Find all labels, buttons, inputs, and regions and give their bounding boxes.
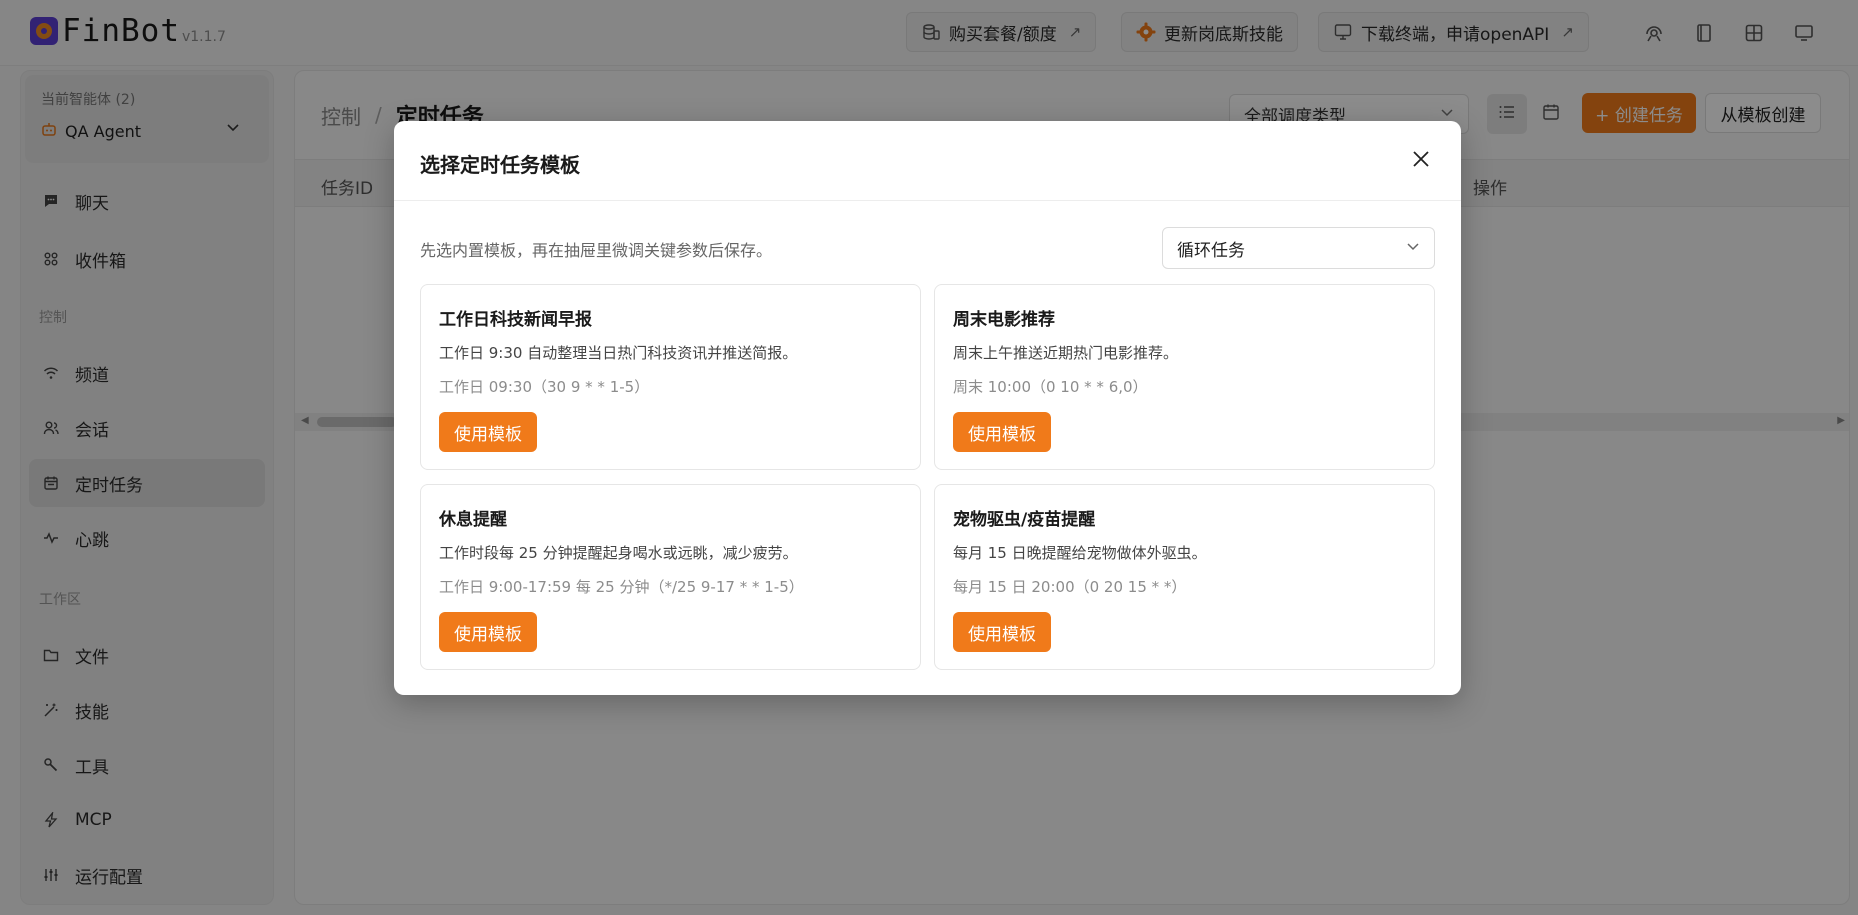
- template-schedule: 工作日 9:00-17:59 每 25 分钟（*/25 9-17 * * 1-5…: [439, 578, 804, 596]
- use-template-button[interactable]: 使用模板: [953, 412, 1051, 452]
- template-card: 周末电影推荐 周末上午推送近期热门电影推荐。 周末 10:00（0 10 * *…: [934, 284, 1435, 470]
- template-title: 工作日科技新闻早报: [439, 310, 592, 330]
- chevron-down-icon: [1406, 239, 1420, 257]
- close-icon[interactable]: [1407, 145, 1435, 173]
- template-description: 工作日 9:30 自动整理当日热门科技资讯并推送简报。: [439, 344, 798, 362]
- template-description: 每月 15 日晚提醒给宠物做体外驱虫。: [953, 544, 1207, 562]
- template-card: 工作日科技新闻早报 工作日 9:30 自动整理当日热门科技资讯并推送简报。 工作…: [420, 284, 921, 470]
- template-description: 周末上午推送近期热门电影推荐。: [953, 344, 1179, 362]
- template-card: 休息提醒 工作时段每 25 分钟提醒起身喝水或远眺，减少疲劳。 工作日 9:00…: [420, 484, 921, 670]
- template-modal: 选择定时任务模板 先选内置模板，再在抽屉里微调关键参数后保存。 循环任务 工作日…: [394, 121, 1461, 695]
- template-schedule: 周末 10:00（0 10 * * 6,0）: [953, 378, 1148, 396]
- modal-header: 选择定时任务模板: [394, 121, 1461, 201]
- use-template-button[interactable]: 使用模板: [439, 612, 537, 652]
- task-type-value: 循环任务: [1177, 240, 1245, 261]
- modal-hint: 先选内置模板，再在抽屉里微调关键参数后保存。: [420, 241, 773, 260]
- task-type-select[interactable]: 循环任务: [1162, 227, 1435, 269]
- template-title: 休息提醒: [439, 510, 507, 530]
- modal-title: 选择定时任务模板: [420, 153, 580, 177]
- template-title: 周末电影推荐: [953, 310, 1055, 330]
- template-schedule: 工作日 09:30（30 9 * * 1-5）: [439, 378, 650, 396]
- template-title: 宠物驱虫/疫苗提醒: [953, 510, 1096, 530]
- template-description: 工作时段每 25 分钟提醒起身喝水或远眺，减少疲劳。: [439, 544, 798, 562]
- template-card: 宠物驱虫/疫苗提醒 每月 15 日晚提醒给宠物做体外驱虫。 每月 15 日 20…: [934, 484, 1435, 670]
- template-schedule: 每月 15 日 20:00（0 20 15 * *）: [953, 578, 1187, 596]
- use-template-button[interactable]: 使用模板: [439, 412, 537, 452]
- use-template-button[interactable]: 使用模板: [953, 612, 1051, 652]
